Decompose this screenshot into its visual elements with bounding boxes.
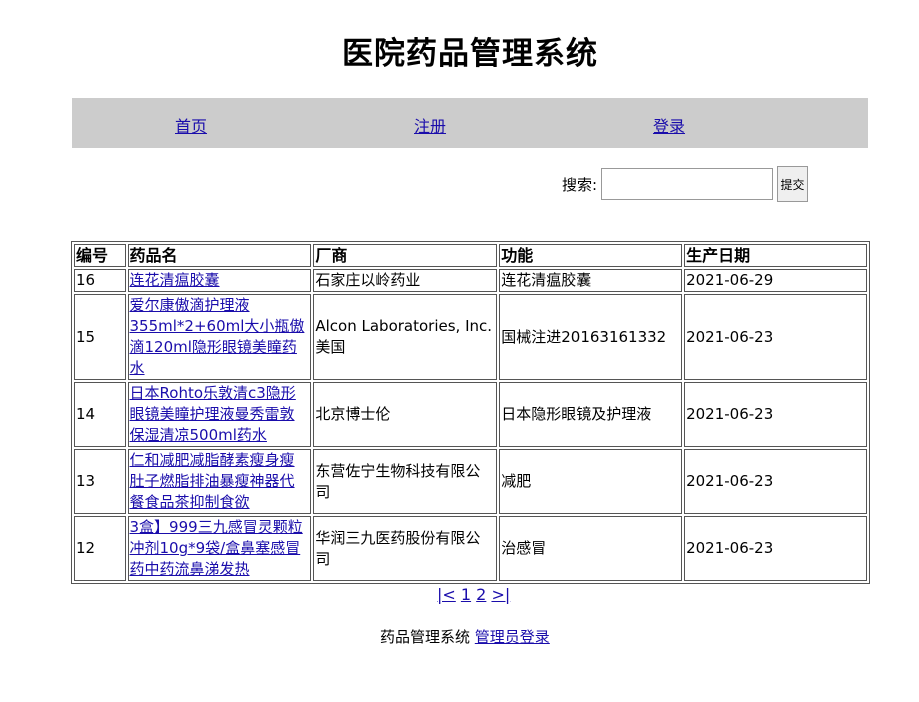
cell-function: 日本隐形眼镜及护理液 [499,382,683,447]
cell-date: 2021-06-29 [684,269,867,292]
cell-date: 2021-06-23 [684,449,867,514]
column-header-maker: 厂商 [313,244,498,267]
nav-home-link[interactable]: 首页 [175,113,207,137]
table-row: 16 连花清瘟胶囊 石家庄以岭药业 连花清瘟胶囊 2021-06-29 [74,269,867,292]
cell-maker: 石家庄以岭药业 [313,269,498,292]
column-header-function: 功能 [499,244,683,267]
cell-id: 14 [74,382,126,447]
table-row: 15 爱尔康傲滴护理液355ml*2+60ml大小瓶傲滴120ml隐形眼镜美瞳药… [74,294,867,380]
top-nav: 首页 注册 登录 [72,98,868,148]
cell-date: 2021-06-23 [684,382,867,447]
search-form: 搜索: 提交 [562,166,809,202]
cell-date: 2021-06-23 [684,516,867,581]
drug-name-link[interactable]: 连花清瘟胶囊 [130,271,220,289]
cell-name: 连花清瘟胶囊 [127,269,312,292]
footer-text: 药品管理系统 [380,628,471,646]
cell-maker: 北京博士伦 [313,382,498,447]
nav-register-link[interactable]: 注册 [414,113,446,137]
cell-date: 2021-06-23 [684,294,867,380]
cell-function: 连花清瘟胶囊 [499,269,683,292]
cell-id: 16 [74,269,126,292]
table-header-row: 编号 药品名 厂商 功能 生产日期 [74,244,867,267]
cell-id: 13 [74,449,126,514]
cell-name: 日本Rohto乐敦清c3隐形眼镜美瞳护理液曼秀雷敦保湿清凉500ml药水 [127,382,312,447]
drug-name-link[interactable]: 爱尔康傲滴护理液355ml*2+60ml大小瓶傲滴120ml隐形眼镜美瞳药水 [130,296,305,377]
cell-id: 12 [74,516,126,581]
table-row: 12 3盒】999三九感冒灵颗粒冲剂10g*9袋/盒鼻塞感冒药中药流鼻涕发热 华… [74,516,867,581]
pager-page-1-link[interactable]: 1 [461,585,471,604]
pager-page-2-link[interactable]: 2 [476,585,486,604]
cell-maker: Alcon Laboratories, Inc. 美国 [313,294,498,380]
pager-last-link[interactable]: >| [491,585,510,604]
cell-function: 减肥 [499,449,683,514]
search-submit-button[interactable]: 提交 [777,166,809,202]
pager-first-link[interactable]: |< [437,585,456,604]
drug-table: 编号 药品名 厂商 功能 生产日期 16 连花清瘟胶囊 石家庄以岭药业 连花清瘟… [71,241,870,584]
column-header-id: 编号 [74,244,126,267]
cell-id: 15 [74,294,126,380]
column-header-date: 生产日期 [684,244,867,267]
column-header-name: 药品名 [127,244,312,267]
search-label: 搜索: [562,175,598,194]
cell-maker: 东营佐宁生物科技有限公司 [313,449,498,514]
drug-name-link[interactable]: 仁和减肥减脂酵素瘦身瘦肚子燃脂排油暴瘦神器代餐食品茶抑制食欲 [130,451,295,511]
nav-login-link[interactable]: 登录 [653,113,685,137]
drug-name-link[interactable]: 日本Rohto乐敦清c3隐形眼镜美瞳护理液曼秀雷敦保湿清凉500ml药水 [130,384,296,444]
cell-function: 治感冒 [499,516,683,581]
page-title: 医院药品管理系统 [342,36,598,72]
search-input[interactable] [601,168,774,200]
cell-function: 国械注进20163161332 [499,294,683,380]
table-row: 13 仁和减肥减脂酵素瘦身瘦肚子燃脂排油暴瘦神器代餐食品茶抑制食欲 东营佐宁生物… [74,449,867,514]
footer: 药品管理系统 管理员登录 [380,626,550,647]
cell-name: 仁和减肥减脂酵素瘦身瘦肚子燃脂排油暴瘦神器代餐食品茶抑制食欲 [127,449,312,514]
table-row: 14 日本Rohto乐敦清c3隐形眼镜美瞳护理液曼秀雷敦保湿清凉500ml药水 … [74,382,867,447]
pagination: |< 1 2 >| [437,585,510,604]
drug-name-link[interactable]: 3盒】999三九感冒灵颗粒冲剂10g*9袋/盒鼻塞感冒药中药流鼻涕发热 [130,518,303,578]
cell-name: 3盒】999三九感冒灵颗粒冲剂10g*9袋/盒鼻塞感冒药中药流鼻涕发热 [127,516,312,581]
cell-name: 爱尔康傲滴护理液355ml*2+60ml大小瓶傲滴120ml隐形眼镜美瞳药水 [127,294,312,380]
admin-login-link[interactable]: 管理员登录 [475,628,550,646]
cell-maker: 华润三九医药股份有限公司 [313,516,498,581]
